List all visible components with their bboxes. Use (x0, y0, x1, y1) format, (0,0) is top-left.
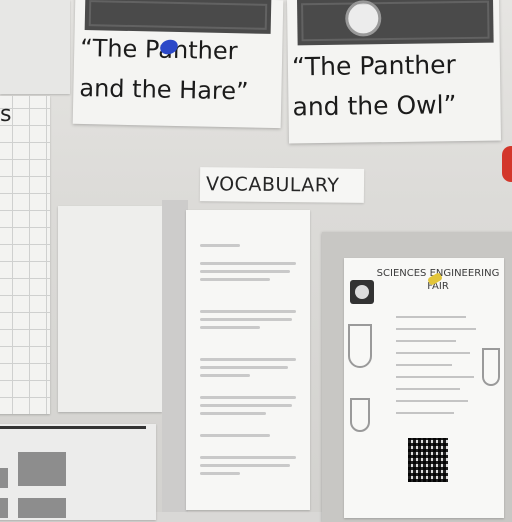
vocab-text-line (200, 434, 270, 437)
flyer-text-line (396, 388, 460, 390)
vocab-text-line (200, 262, 296, 265)
sheet-divider (0, 426, 146, 429)
wall-shadow (162, 200, 188, 512)
vocab-text-line (200, 278, 270, 281)
vocab-text-line (200, 358, 296, 361)
story-card-panther-owl: “The Panther and the Owl” (287, 0, 501, 144)
vocab-text-line (200, 318, 292, 321)
sheet-cell (18, 452, 66, 486)
flyer-text-line (396, 412, 454, 414)
vocabulary-label: VOCABULARY (199, 167, 365, 203)
story-card-caption: “The Panther and the Hare” (79, 33, 282, 106)
test-tube-icon (482, 348, 500, 386)
flyer-text-line (396, 316, 466, 318)
vocab-text-line (200, 456, 296, 459)
flyer-text-line (396, 328, 476, 330)
flyer-text-line (396, 400, 468, 402)
qr-code-icon (408, 438, 448, 482)
vocab-text-line (200, 374, 250, 377)
red-pushpin-icon (502, 146, 512, 182)
sheet-cell (18, 498, 66, 518)
beaker-icon (350, 398, 370, 432)
vocab-text-line (200, 244, 240, 247)
story-card-image (297, 0, 494, 46)
flyer-text-line (396, 376, 474, 378)
vocab-text-line (200, 326, 260, 329)
vocab-text-line (200, 464, 290, 467)
sheet-cell (0, 468, 8, 488)
vocab-text-line (200, 310, 296, 313)
flyer-title-line-2: FAIR (427, 280, 449, 292)
sheet-cell (0, 498, 8, 518)
flask-icon (348, 324, 372, 368)
vocabulary-label-text: VOCABULARY (205, 173, 340, 197)
blank-paper (58, 206, 162, 412)
vocab-text-line (200, 404, 292, 407)
caption-line-2: and the Hare” (79, 73, 249, 106)
flyer-text-line (396, 352, 470, 354)
flyer-text-line (396, 340, 456, 342)
left-grid-paper (0, 96, 50, 414)
vocab-text-line (200, 270, 290, 273)
left-paper-letter: s (0, 102, 12, 127)
story-card-caption: “The Panther and the Owl” (291, 50, 501, 122)
vocab-text-line (200, 472, 240, 475)
caption-line-1: “The Panther (291, 50, 456, 82)
vocabulary-sheet (186, 210, 310, 510)
caption-line-1: “The Panther (79, 33, 238, 66)
top-left-paper (0, 0, 70, 94)
science-fair-flyer: SCIENCES ENGINEERING FAIR (344, 258, 504, 518)
story-card-panther-hare: “The Panther and the Hare” (72, 0, 284, 129)
owl-image-icon (345, 0, 382, 37)
vocab-text-line (200, 412, 266, 415)
vocab-text-line (200, 366, 288, 369)
story-card-image (84, 0, 272, 34)
bottom-left-sheet (0, 424, 156, 520)
caption-line-2: and the Owl” (292, 90, 457, 122)
vocab-text-line (200, 396, 296, 399)
school-logo-icon (350, 280, 374, 304)
flyer-text-line (396, 364, 452, 366)
